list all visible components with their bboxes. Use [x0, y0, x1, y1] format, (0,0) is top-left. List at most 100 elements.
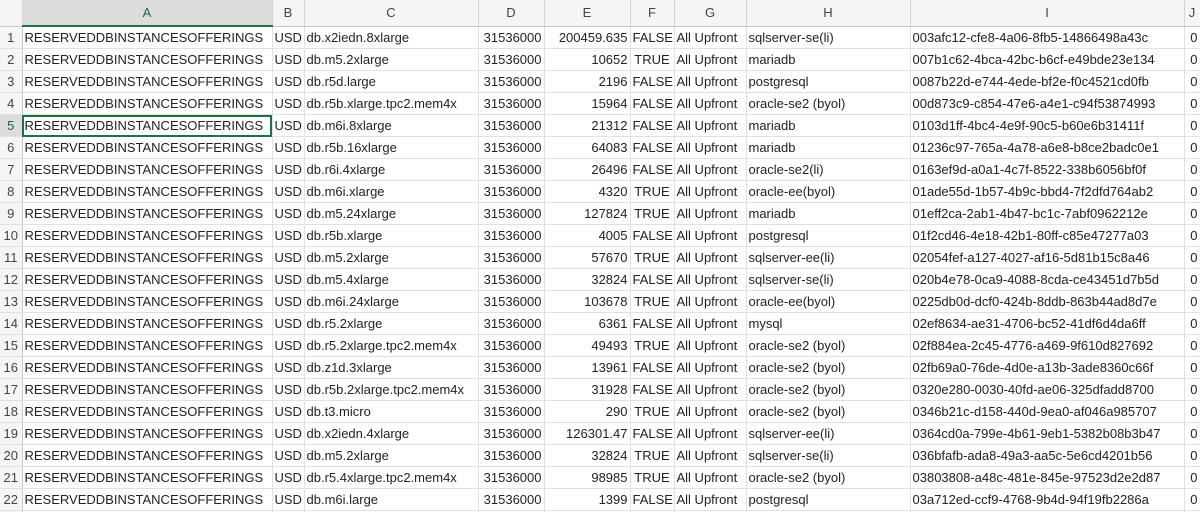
cell-g[interactable]: All Upfront: [674, 400, 747, 423]
cell-e[interactable]: 10652: [544, 48, 631, 71]
cell-c[interactable]: db.r5.2xlarge.tpc2.mem4x: [304, 334, 479, 357]
row-header[interactable]: 16: [0, 356, 23, 379]
cell-a[interactable]: RESERVEDDBINSTANCESOFFERINGS: [22, 400, 273, 423]
cell-b[interactable]: USD: [272, 444, 305, 467]
cell-i[interactable]: 03803808-a48c-481e-845e-97523d2e2d87: [910, 466, 1185, 489]
cell-j[interactable]: 0: [1184, 444, 1200, 467]
row-header[interactable]: 2: [0, 48, 23, 71]
cell-f[interactable]: FALSE: [630, 268, 675, 291]
cell-h[interactable]: sqlserver-se(li): [746, 26, 911, 49]
cell-f[interactable]: TRUE: [630, 202, 675, 225]
cell-c[interactable]: db.r5b.xlarge.tpc2.mem4x: [304, 92, 479, 115]
cell-i[interactable]: 01236c97-765a-4a78-a6e8-b8ce2badc0e1: [910, 136, 1185, 159]
cell-i[interactable]: 0163ef9d-a0a1-4c7f-8522-338b6056bf0f: [910, 158, 1185, 181]
cell-g[interactable]: All Upfront: [674, 444, 747, 467]
cell-g[interactable]: All Upfront: [674, 290, 747, 313]
cell-f[interactable]: FALSE: [630, 158, 675, 181]
cell-a[interactable]: RESERVEDDBINSTANCESOFFERINGS: [22, 488, 273, 511]
cell-b[interactable]: USD: [272, 422, 305, 445]
cell-c[interactable]: db.m6i.8xlarge: [304, 114, 479, 137]
cell-j[interactable]: 0: [1184, 136, 1200, 159]
cell-e[interactable]: 126301.47: [544, 422, 631, 445]
cell-g[interactable]: All Upfront: [674, 356, 747, 379]
row-header[interactable]: 19: [0, 422, 23, 445]
cell-a[interactable]: RESERVEDDBINSTANCESOFFERINGS: [22, 268, 273, 291]
cell-d[interactable]: 31536000: [478, 444, 545, 467]
row-header[interactable]: 13: [0, 290, 23, 313]
cell-h[interactable]: mariadb: [746, 202, 911, 225]
cell-c[interactable]: db.m6i.large: [304, 488, 479, 511]
cell-a[interactable]: RESERVEDDBINSTANCESOFFERINGS: [22, 356, 273, 379]
cell-c[interactable]: db.m6i.xlarge: [304, 180, 479, 203]
cell-f[interactable]: FALSE: [630, 422, 675, 445]
cell-b[interactable]: USD: [272, 334, 305, 357]
row-header[interactable]: 21: [0, 466, 23, 489]
cell-a[interactable]: RESERVEDDBINSTANCESOFFERINGS: [22, 224, 273, 247]
cell-g[interactable]: All Upfront: [674, 92, 747, 115]
cell-h[interactable]: sqlserver-ee(li): [746, 422, 911, 445]
cell-f[interactable]: FALSE: [630, 92, 675, 115]
cell-f[interactable]: FALSE: [630, 312, 675, 335]
cell-i[interactable]: 020b4e78-0ca9-4088-8cda-ce43451d7b5d: [910, 268, 1185, 291]
row-header[interactable]: 15: [0, 334, 23, 357]
cell-a[interactable]: RESERVEDDBINSTANCESOFFERINGS: [22, 378, 273, 401]
cell-f[interactable]: FALSE: [630, 136, 675, 159]
cell-e[interactable]: 32824: [544, 444, 631, 467]
row-header[interactable]: 3: [0, 70, 23, 93]
cell-a[interactable]: RESERVEDDBINSTANCESOFFERINGS: [22, 290, 273, 313]
column-header-j[interactable]: J: [1184, 0, 1200, 27]
cell-d[interactable]: 31536000: [478, 114, 545, 137]
cell-f[interactable]: TRUE: [630, 334, 675, 357]
row-header[interactable]: 10: [0, 224, 23, 247]
row-header[interactable]: 18: [0, 400, 23, 423]
cell-h[interactable]: oracle-se2 (byol): [746, 92, 911, 115]
cell-a[interactable]: RESERVEDDBINSTANCESOFFERINGS: [22, 466, 273, 489]
cell-j[interactable]: 0: [1184, 378, 1200, 401]
cell-d[interactable]: 31536000: [478, 400, 545, 423]
cell-b[interactable]: USD: [272, 26, 305, 49]
cell-e[interactable]: 32824: [544, 268, 631, 291]
cell-c[interactable]: db.m5.2xlarge: [304, 246, 479, 269]
cell-d[interactable]: 31536000: [478, 70, 545, 93]
cell-g[interactable]: All Upfront: [674, 202, 747, 225]
cell-b[interactable]: USD: [272, 92, 305, 115]
cell-h[interactable]: oracle-se2 (byol): [746, 466, 911, 489]
cell-d[interactable]: 31536000: [478, 136, 545, 159]
cell-i[interactable]: 00d873c9-c854-47e6-a4e1-c94f53874993: [910, 92, 1185, 115]
cell-c[interactable]: db.z1d.3xlarge: [304, 356, 479, 379]
cell-d[interactable]: 31536000: [478, 180, 545, 203]
row-header[interactable]: 9: [0, 202, 23, 225]
cell-a[interactable]: RESERVEDDBINSTANCESOFFERINGS: [22, 48, 273, 71]
cell-a[interactable]: RESERVEDDBINSTANCESOFFERINGS: [22, 312, 273, 335]
row-header[interactable]: 12: [0, 268, 23, 291]
cell-g[interactable]: All Upfront: [674, 48, 747, 71]
cell-d[interactable]: 31536000: [478, 378, 545, 401]
column-header-a[interactable]: A: [22, 0, 273, 27]
cell-c[interactable]: db.r5.4xlarge.tpc2.mem4x: [304, 466, 479, 489]
cell-h[interactable]: mariadb: [746, 48, 911, 71]
cell-e[interactable]: 2196: [544, 70, 631, 93]
cell-j[interactable]: 0: [1184, 48, 1200, 71]
cell-h[interactable]: postgresql: [746, 488, 911, 511]
cell-b[interactable]: USD: [272, 290, 305, 313]
cell-b[interactable]: USD: [272, 158, 305, 181]
cell-c[interactable]: db.r6i.4xlarge: [304, 158, 479, 181]
cell-e[interactable]: 4005: [544, 224, 631, 247]
cell-j[interactable]: 0: [1184, 224, 1200, 247]
cell-j[interactable]: 0: [1184, 114, 1200, 137]
cell-i[interactable]: 0346b21c-d158-440d-9ea0-af046a985707: [910, 400, 1185, 423]
cell-d[interactable]: 31536000: [478, 92, 545, 115]
cell-a[interactable]: RESERVEDDBINSTANCESOFFERINGS: [22, 422, 273, 445]
cell-e[interactable]: 21312: [544, 114, 631, 137]
cell-b[interactable]: USD: [272, 180, 305, 203]
column-header-e[interactable]: E: [544, 0, 631, 27]
cell-f[interactable]: FALSE: [630, 488, 675, 511]
cell-e[interactable]: 49493: [544, 334, 631, 357]
cell-f[interactable]: FALSE: [630, 70, 675, 93]
cell-g[interactable]: All Upfront: [674, 70, 747, 93]
cell-j[interactable]: 0: [1184, 312, 1200, 335]
cell-c[interactable]: db.m6i.24xlarge: [304, 290, 479, 313]
cell-b[interactable]: USD: [272, 378, 305, 401]
cell-i[interactable]: 0225db0d-dcf0-424b-8ddb-863b44ad8d7e: [910, 290, 1185, 313]
cell-b[interactable]: USD: [272, 70, 305, 93]
